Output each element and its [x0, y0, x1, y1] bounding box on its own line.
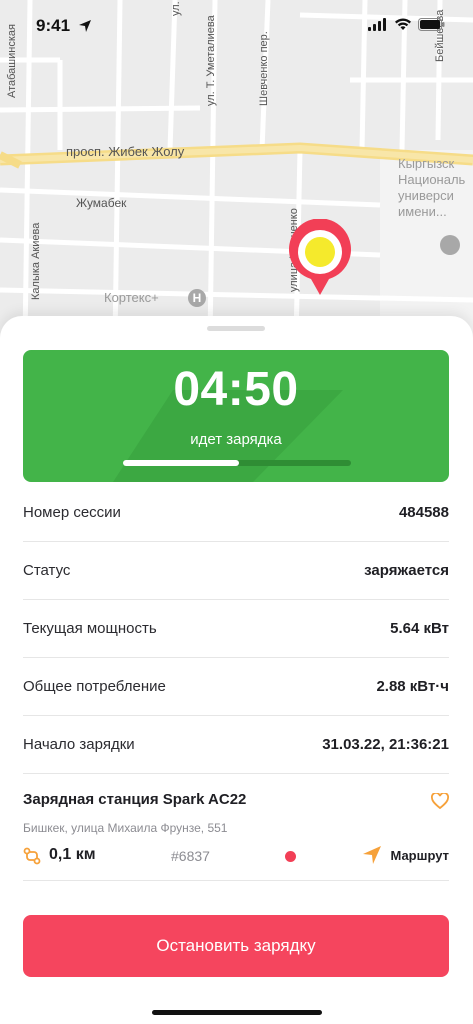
info-row-current-power: Текущая мощность 5.64 кВт [23, 600, 449, 658]
session-sheet: 04:50 идет зарядка Номер сессии 484588 С… [0, 316, 473, 1024]
station-name: Зарядная станция Spark AC22 [23, 791, 247, 808]
info-row-status: Статус заряжается [23, 542, 449, 600]
navigation-arrow-icon [363, 846, 382, 864]
status-time: 9:41 [36, 16, 71, 35]
info-value: 5.64 кВт [390, 620, 449, 637]
status-icons [368, 18, 445, 31]
distance-route-icon [23, 847, 41, 865]
station-distance: 0,1 км [49, 846, 96, 863]
info-label: Текущая мощность [23, 620, 157, 637]
home-indicator[interactable] [152, 1010, 322, 1015]
info-label: Статус [23, 562, 71, 579]
info-row-start-time: Начало зарядки 31.03.22, 21:36:21 [23, 716, 449, 774]
wifi-icon [395, 18, 411, 30]
school-icon [440, 235, 460, 255]
status-bar: 9:41 [0, 0, 473, 48]
info-label: Начало зарядки [23, 736, 135, 753]
battery-icon [418, 18, 445, 31]
map-label-avenue: просп. Жибек Жолу [66, 144, 185, 159]
charging-progress-bar [123, 460, 351, 466]
info-row-total-consumption: Общее потребление 2.88 кВт·ч [23, 658, 449, 716]
info-value: заряжается [364, 562, 449, 579]
session-info-list: Номер сессии 484588 Статус заряжается Те… [23, 484, 449, 774]
station-card[interactable]: Зарядная станция Spark AC22 Бишкек, улиц… [23, 775, 449, 881]
station-status-dot [285, 851, 296, 862]
favorite-heart-icon[interactable] [431, 793, 449, 809]
stop-charging-button[interactable]: Остановить зарядку [23, 915, 449, 977]
info-label: Номер сессии [23, 504, 121, 521]
hospital-icon: Н [188, 289, 206, 307]
map-label-zhumabek: Жумабек [76, 196, 127, 210]
info-row-session-number: Номер сессии 484588 [23, 484, 449, 542]
charging-status-text: идет зарядка [190, 431, 282, 448]
info-value: 484588 [398, 504, 449, 521]
map-view[interactable]: просп. Жибек Жолу Жумабек Калыка Акиева … [0, 0, 473, 340]
info-value: 31.03.22, 21:36:21 [322, 736, 449, 753]
station-address: Бишкек, улица Михаила Фрунзе, 551 [23, 821, 228, 835]
location-arrow-icon [79, 20, 91, 32]
route-button[interactable]: Маршрут [362, 845, 449, 865]
charging-progress-fill [123, 460, 240, 466]
map-label-kalyka: Калыка Акиева [30, 222, 42, 300]
signal-icon [368, 18, 386, 31]
session-timer: 04:50 [173, 363, 299, 416]
station-pin-icon[interactable] [287, 219, 353, 297]
route-label: Маршрут [390, 847, 449, 863]
map-label-university: Кыргызск Националь универси имени... [398, 156, 466, 219]
info-value: 2.88 кВт·ч [376, 678, 449, 695]
map-label-kortex: Кортекс+ [104, 290, 159, 305]
charging-card: 04:50 идет зарядка [23, 350, 449, 482]
station-id: #6837 [171, 848, 210, 864]
station-meta: 0,1 км #6837 Маршрут [23, 845, 449, 869]
info-label: Общее потребление [23, 678, 166, 695]
sheet-grabber[interactable] [207, 326, 265, 331]
